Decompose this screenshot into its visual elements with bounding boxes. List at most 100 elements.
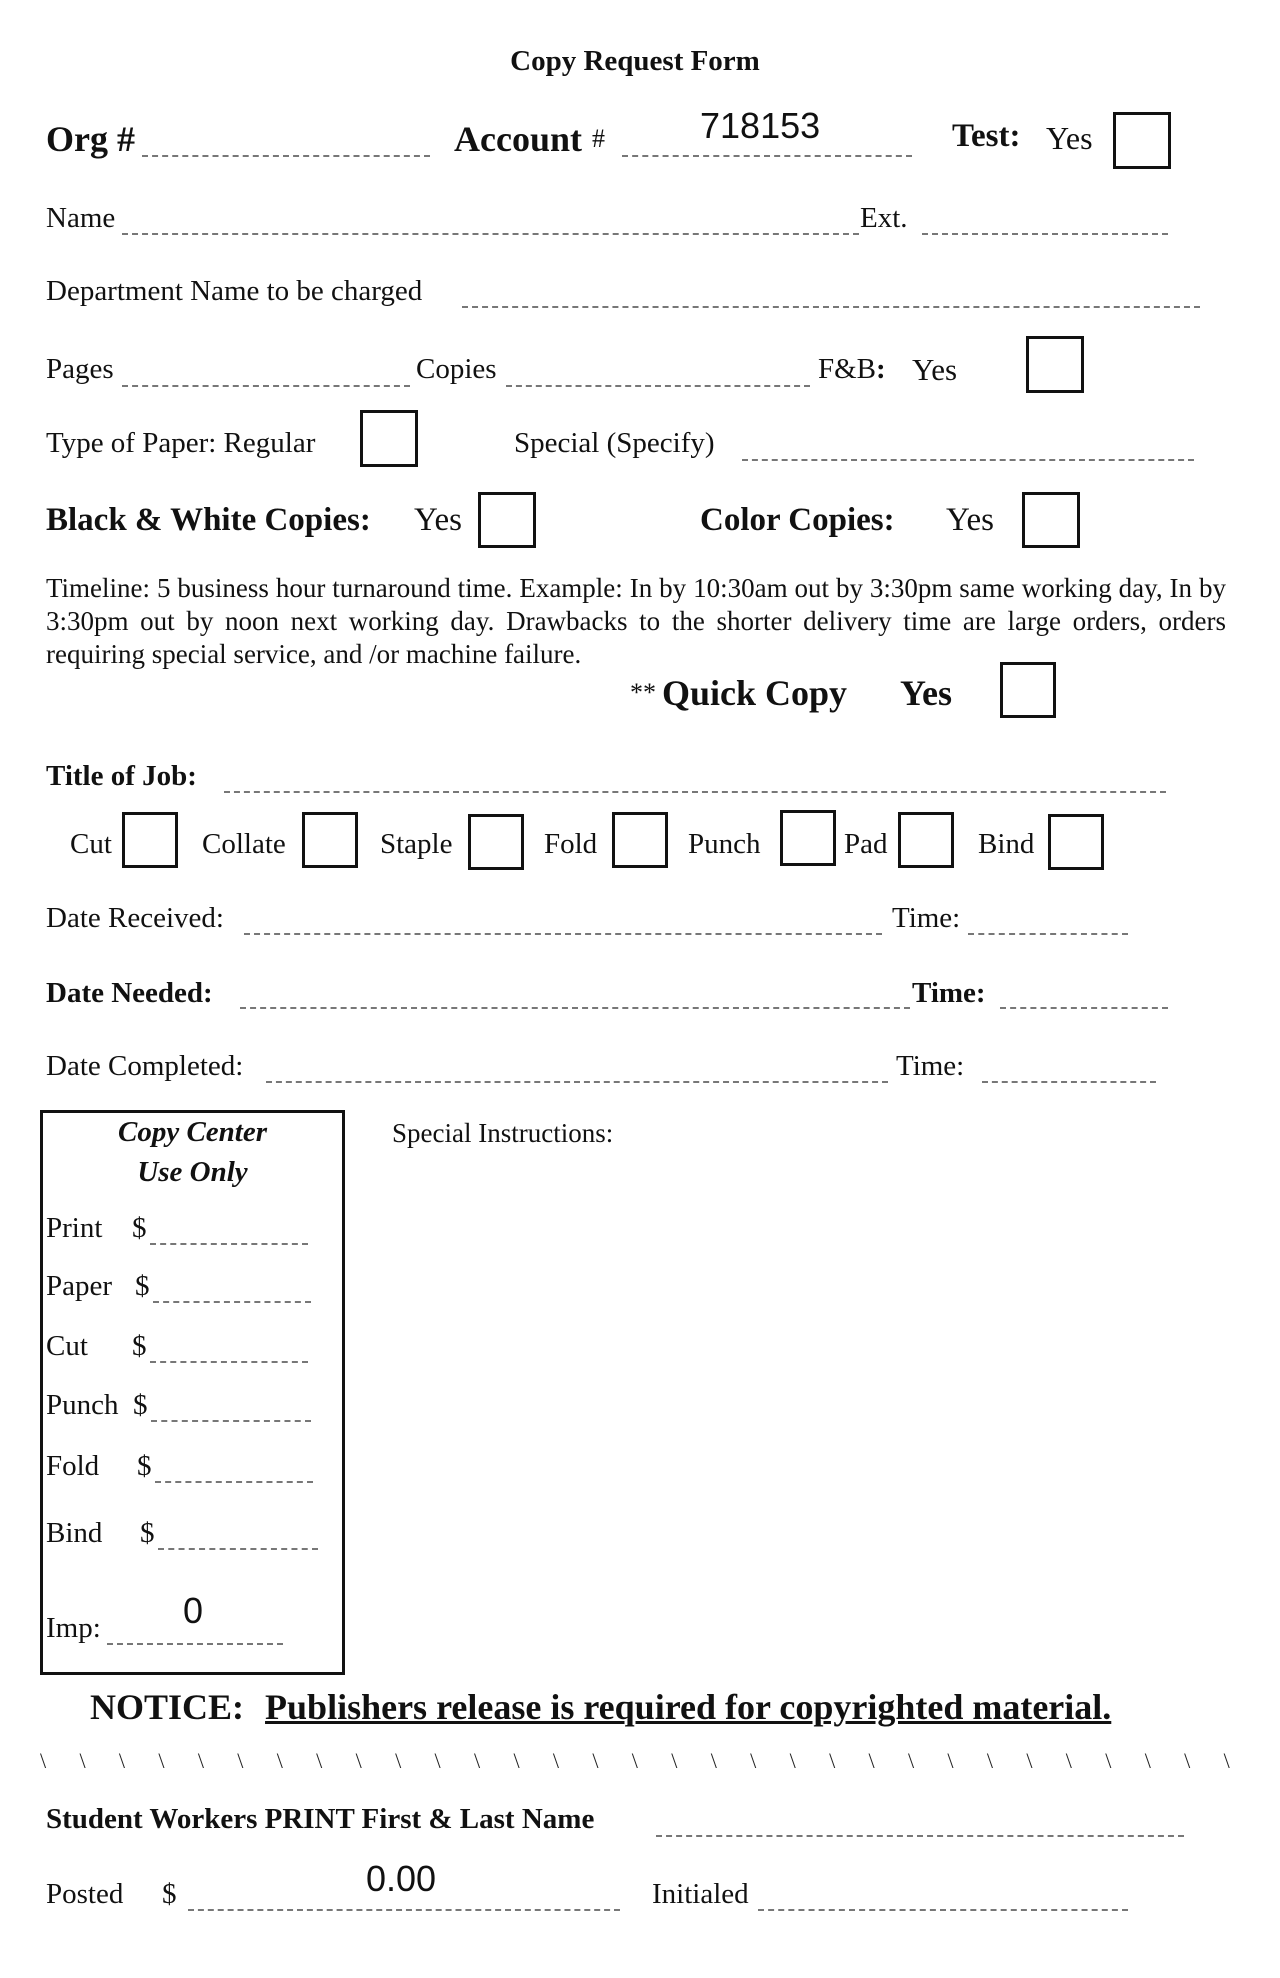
option-cut-checkbox[interactable] [122,812,178,868]
option-bind-checkbox[interactable] [1048,814,1104,870]
cc-bind-field[interactable] [158,1515,318,1550]
initialed-field[interactable] [758,1874,1128,1911]
option-collate-label: Collate [202,828,286,860]
pages-label: Pages [46,353,114,385]
cc-print-currency: $ [132,1212,147,1244]
fb-label: F&B: [818,353,886,386]
option-pad-label: Pad [844,828,888,860]
option-cut-label: Cut [70,828,112,860]
cc-paper-field[interactable] [153,1268,311,1303]
form-title: Copy Request Form [510,45,760,77]
date-needed-field[interactable] [240,972,910,1009]
copy-center-heading-1: Copy Center [117,1116,268,1148]
option-bind-label: Bind [978,828,1035,860]
option-staple-checkbox[interactable] [468,814,524,870]
name-label: Name [46,202,116,234]
cc-cut-currency: $ [132,1330,147,1362]
test-label: Test: [952,118,1021,154]
option-collate-checkbox[interactable] [302,812,358,868]
fb-text: F&B [818,353,877,385]
color-yes-label: Yes [946,502,995,538]
copy-center-heading-2: Use Only [137,1156,248,1188]
org-field[interactable] [142,110,430,157]
date-completed-field[interactable] [266,1046,888,1083]
bw-copies-label: Black & White Copies: [46,502,371,538]
cc-punch-label: Punch [46,1389,119,1421]
regular-paper-checkbox[interactable] [360,410,418,467]
department-label: Department Name to be charged [46,275,423,307]
cc-fold-currency: $ [137,1450,152,1482]
cc-punch-currency: $ [133,1389,148,1421]
cc-cut-label: Cut [46,1330,88,1362]
cc-punch-field[interactable] [151,1387,311,1422]
notice-label: NOTICE: [90,1687,245,1727]
cc-fold-field[interactable] [155,1448,313,1483]
option-fold-checkbox[interactable] [612,812,668,868]
department-field[interactable] [462,273,1200,308]
time-received-field[interactable] [968,898,1128,935]
date-needed-label: Date Needed: [46,977,213,1009]
posted-label: Posted [46,1878,124,1910]
color-copies-checkbox[interactable] [1022,492,1080,548]
special-paper-field[interactable] [742,424,1194,461]
quick-copy-checkbox[interactable] [1000,662,1056,718]
student-name-field[interactable] [656,1800,1184,1837]
quick-copy-yes-label: Yes [900,673,952,713]
copies-label: Copies [416,353,497,385]
special-paper-label: Special (Specify) [514,427,715,459]
paper-type-label: Type of Paper: Regular [46,427,316,459]
cc-bind-label: Bind [46,1517,103,1549]
timeline-paragraph: Timeline: 5 business hour turnaround tim… [46,573,1226,669]
date-received-field[interactable] [244,898,882,935]
posted-amount-value: 0.00 [366,1858,437,1899]
cc-imp-value: 0 [183,1590,204,1631]
quick-copy-label: Quick Copy [662,673,848,713]
account-hash: # [592,124,605,153]
option-staple-label: Staple [380,828,453,860]
time-completed-field[interactable] [982,1046,1156,1083]
cc-print-field[interactable] [150,1210,308,1245]
quick-copy-prefix: ** [630,678,656,707]
cc-paper-label: Paper [46,1270,113,1302]
option-punch-checkbox[interactable] [780,810,836,866]
job-title-field[interactable] [224,756,1166,793]
fb-checkbox[interactable] [1026,336,1084,393]
test-yes-label: Yes [1046,120,1093,156]
special-instructions-area[interactable] [392,1160,1242,1660]
account-label: Account [454,119,582,159]
copies-field[interactable] [506,350,810,387]
date-received-label: Date Received: [46,902,224,934]
date-completed-label: Date Completed: [46,1050,244,1082]
time-needed-label: Time: [912,977,986,1009]
ext-field[interactable] [922,200,1168,235]
student-name-label: Student Workers PRINT First & Last Name [46,1803,595,1835]
cc-imp-label: Imp: [46,1612,101,1644]
pages-field[interactable] [122,350,410,387]
name-field[interactable] [122,200,859,235]
job-title-label: Title of Job: [46,760,197,792]
time-received-label: Time: [892,902,961,934]
cc-fold-label: Fold [46,1450,100,1482]
ext-label: Ext. [860,202,908,234]
special-instructions-label: Special Instructions: [392,1118,614,1148]
cc-print-label: Print [46,1212,103,1244]
cc-paper-currency: $ [135,1270,150,1302]
bw-copies-checkbox[interactable] [478,492,536,548]
fb-colon: : [876,353,886,385]
initialed-label: Initialed [652,1878,749,1910]
color-copies-label: Color Copies: [700,502,895,538]
time-needed-field[interactable] [1000,972,1168,1009]
fb-yes-label: Yes [912,352,958,387]
notice-text: Publishers release is required for copyr… [265,1687,1112,1727]
option-pad-checkbox[interactable] [898,812,954,868]
cc-bind-currency: $ [140,1517,155,1549]
account-value: 718153 [700,105,821,146]
time-completed-label: Time: [896,1050,965,1082]
posted-currency: $ [162,1878,177,1910]
option-fold-label: Fold [544,828,598,860]
bw-yes-label: Yes [414,502,463,538]
org-label: Org # [46,119,135,159]
test-checkbox[interactable] [1113,112,1171,169]
option-punch-label: Punch [688,828,761,860]
cc-cut-field[interactable] [150,1328,308,1363]
